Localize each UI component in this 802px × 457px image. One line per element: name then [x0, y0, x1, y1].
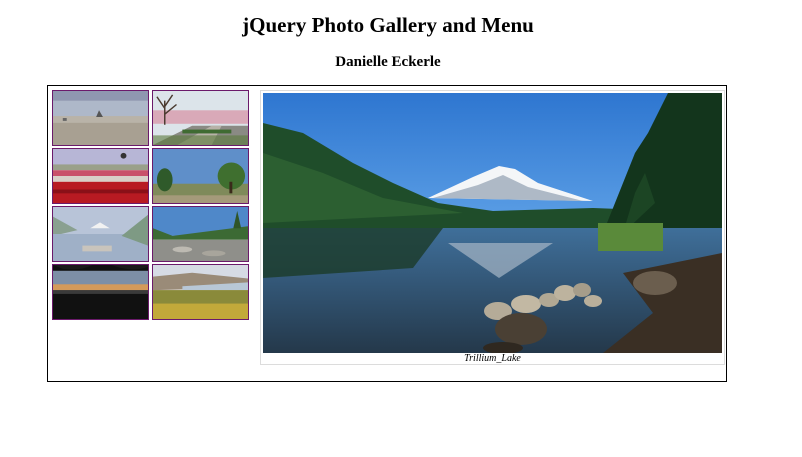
thumbnail-boardwalk[interactable]: [152, 90, 249, 146]
thumbnail-beach[interactable]: [52, 90, 149, 146]
page-title: jQuery Photo Gallery and Menu: [242, 13, 534, 37]
photo-viewer: Trillium_Lake: [260, 90, 725, 365]
thumbnail-gorge[interactable]: [152, 264, 249, 320]
photo-gallery: Trillium_Lake: [47, 85, 727, 382]
main-photo-image: [263, 93, 722, 353]
thumbnail-beach-image: [53, 91, 148, 145]
thumbnail-riverbed-image: [153, 207, 248, 261]
thumbnail-riverbed[interactable]: [152, 206, 249, 262]
main-photo: [263, 93, 722, 353]
page-author: Danielle Eckerle: [335, 54, 441, 70]
thumbnail-misty-lake[interactable]: [52, 206, 149, 262]
thumbnail-boardwalk-image: [153, 91, 248, 145]
photo-caption: Trillium_Lake: [464, 353, 521, 364]
thumbnail-sunset-image: [53, 265, 148, 319]
thumbnail-tulips-image: [53, 149, 148, 203]
thumbnail-gorge-image: [153, 265, 248, 319]
thumbnail-trees-image: [153, 149, 248, 203]
thumbnail-sunset[interactable]: [52, 264, 149, 320]
thumbnail-misty-lake-image: [53, 207, 148, 261]
thumbnail-tulips[interactable]: [52, 148, 149, 204]
thumbnail-trees[interactable]: [152, 148, 249, 204]
